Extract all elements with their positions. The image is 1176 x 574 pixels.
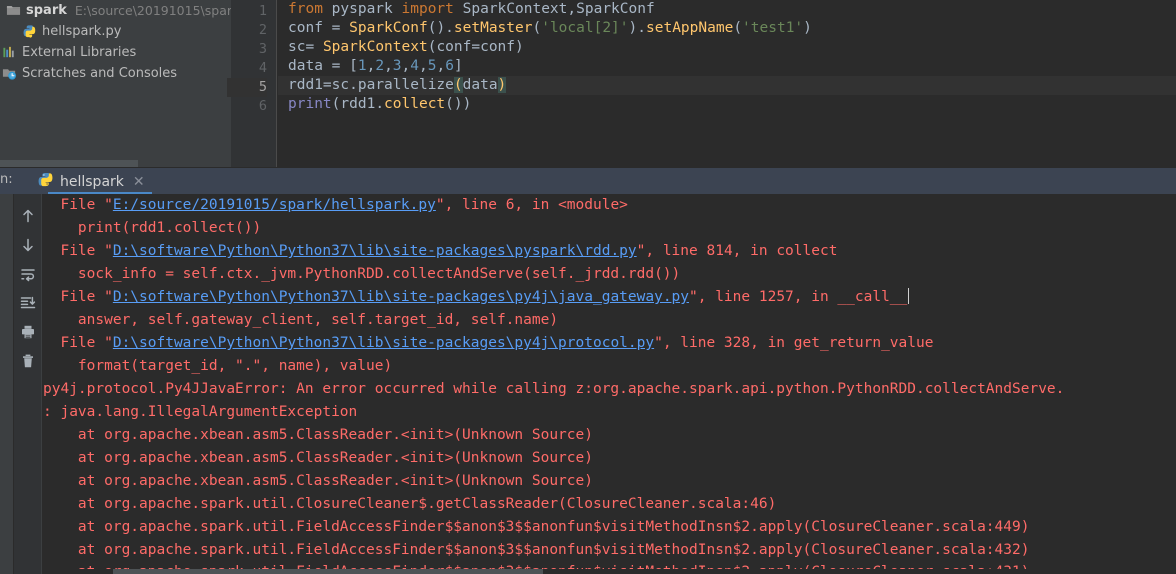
console-line: File "E:/source/20191015/spark/hellspark… bbox=[43, 197, 628, 213]
tree-item-spark[interactable]: spark E:\source\20191015\spark bbox=[0, 0, 231, 21]
console-line: File "D:\software\Python\Python37\lib\si… bbox=[43, 243, 838, 259]
tree-item-label: External Libraries bbox=[22, 45, 137, 60]
close-icon[interactable]: ✕ bbox=[133, 175, 145, 189]
editor-gutter[interactable]: 1 2 3 4 56 bbox=[227, 0, 277, 167]
console-line: sock_info = self.ctx._jvm.PythonRDD.coll… bbox=[43, 266, 681, 282]
line-number: 1 bbox=[258, 3, 267, 19]
console-line: format(target_id, ".", name), value) bbox=[43, 358, 393, 374]
tree-item-scratches-and-consoles[interactable]: Scratches and Consoles bbox=[0, 63, 231, 84]
text-caret bbox=[908, 288, 910, 304]
console-line: File "D:\software\Python\Python37\lib\si… bbox=[43, 288, 910, 305]
console-line: at org.apache.xbean.asm5.ClassReader.<in… bbox=[43, 427, 593, 443]
console-file-link[interactable]: E:/source/20191015/spark/hellspark.py bbox=[113, 197, 436, 213]
soft-wrap-icon[interactable] bbox=[16, 259, 40, 288]
console-line: at org.apache.xbean.asm5.ClassReader.<in… bbox=[43, 473, 593, 489]
print-icon[interactable] bbox=[16, 317, 40, 346]
run-tab-label: hellspark bbox=[60, 173, 124, 190]
console-line: at org.apache.xbean.asm5.ClassReader.<in… bbox=[43, 450, 593, 466]
tree-item-hellspark-py[interactable]: hellspark.py bbox=[0, 21, 231, 42]
project-tool-window[interactable]: spark E:\source\20191015\spark hellspark.p… bbox=[0, 0, 231, 167]
console-file-link[interactable]: D:\software\Python\Python37\lib\site-pac… bbox=[113, 289, 689, 305]
external-libraries-icon bbox=[2, 45, 17, 60]
folder-icon bbox=[6, 3, 21, 18]
scrollbar-thumb[interactable] bbox=[0, 160, 138, 167]
console-line: File "D:\software\Python\Python37\lib\si… bbox=[43, 335, 934, 351]
line-number: 2 bbox=[258, 22, 267, 38]
code-line[interactable]: print(rdd1.collect()) bbox=[278, 95, 1176, 114]
trash-icon[interactable] bbox=[16, 346, 40, 375]
console-toolbar[interactable] bbox=[14, 194, 42, 574]
python-file-icon bbox=[22, 24, 37, 39]
code-line[interactable]: rdd1=sc.parallelize(data) bbox=[278, 76, 1176, 95]
arrow-up-icon[interactable] bbox=[16, 201, 40, 230]
editor-code-area[interactable]: from pyspark import SparkContext,SparkCo… bbox=[278, 0, 1176, 167]
scratches-icon bbox=[2, 66, 17, 81]
console-file-link[interactable]: D:\software\Python\Python37\lib\site-pac… bbox=[113, 335, 654, 351]
arrow-down-icon[interactable] bbox=[16, 230, 40, 259]
line-number: 5 bbox=[227, 78, 267, 97]
console-line: answer, self.gateway_client, self.target… bbox=[43, 312, 559, 328]
run-window-label: n: bbox=[0, 172, 13, 187]
ide-window: spark E:\source\20191015\spark hellspark.p… bbox=[0, 0, 1176, 574]
console-line: print(rdd1.collect()) bbox=[43, 220, 262, 236]
tree-item-label: hellspark.py bbox=[42, 24, 122, 39]
scrollbar-thumb[interactable] bbox=[113, 569, 543, 574]
console-line: at org.apache.spark.util.ClosureCleaner$… bbox=[43, 496, 777, 512]
run-console: File "E:/source/20191015/spark/hellspark… bbox=[0, 194, 1176, 574]
run-tab-hellspark[interactable]: hellspark ✕ bbox=[28, 168, 151, 195]
tree-item-label: spark bbox=[26, 3, 67, 18]
code-line[interactable]: sc= SparkContext(conf=conf) bbox=[278, 38, 1176, 57]
line-number: 4 bbox=[258, 60, 267, 76]
tree-item-label: Scratches and Consoles bbox=[22, 66, 178, 81]
console-file-link[interactable]: D:\software\Python\Python37\lib\site-pac… bbox=[113, 243, 637, 259]
line-number: 3 bbox=[258, 41, 267, 57]
python-icon bbox=[38, 172, 53, 191]
console-line: : java.lang.IllegalArgumentException bbox=[43, 404, 358, 420]
line-number: 6 bbox=[258, 98, 267, 114]
code-line[interactable]: data = [1,2,3,4,5,6] bbox=[278, 57, 1176, 76]
scroll-to-end-icon[interactable] bbox=[16, 288, 40, 317]
code-line[interactable]: conf = SparkConf().setMaster('local[2]')… bbox=[278, 19, 1176, 38]
run-tool-window-header: n: hellspark ✕ bbox=[0, 167, 1176, 195]
top-section: spark E:\source\20191015\spark hellspark.p… bbox=[0, 0, 1176, 167]
code-editor[interactable]: 1 2 3 4 56 from pyspark import SparkContext,… bbox=[227, 0, 1176, 167]
console-line: at org.apache.spark.util.FieldAccessFind… bbox=[43, 519, 1030, 535]
console-toolbar-background bbox=[0, 194, 14, 574]
console-line: py4j.protocol.Py4JJavaError: An error oc… bbox=[43, 381, 1065, 397]
code-line[interactable]: from pyspark import SparkContext,SparkCo… bbox=[278, 0, 1176, 19]
console-horizontal-scrollbar[interactable] bbox=[43, 569, 1176, 574]
console-output[interactable]: File "E:/source/20191015/spark/hellspark… bbox=[43, 194, 1176, 574]
tree-item-path: E:\source\20191015\spark bbox=[74, 3, 231, 18]
console-line: at org.apache.spark.util.FieldAccessFind… bbox=[43, 542, 1030, 558]
tree-item-external-libraries[interactable]: External Libraries bbox=[0, 42, 231, 63]
project-horizontal-scrollbar[interactable] bbox=[0, 160, 231, 167]
